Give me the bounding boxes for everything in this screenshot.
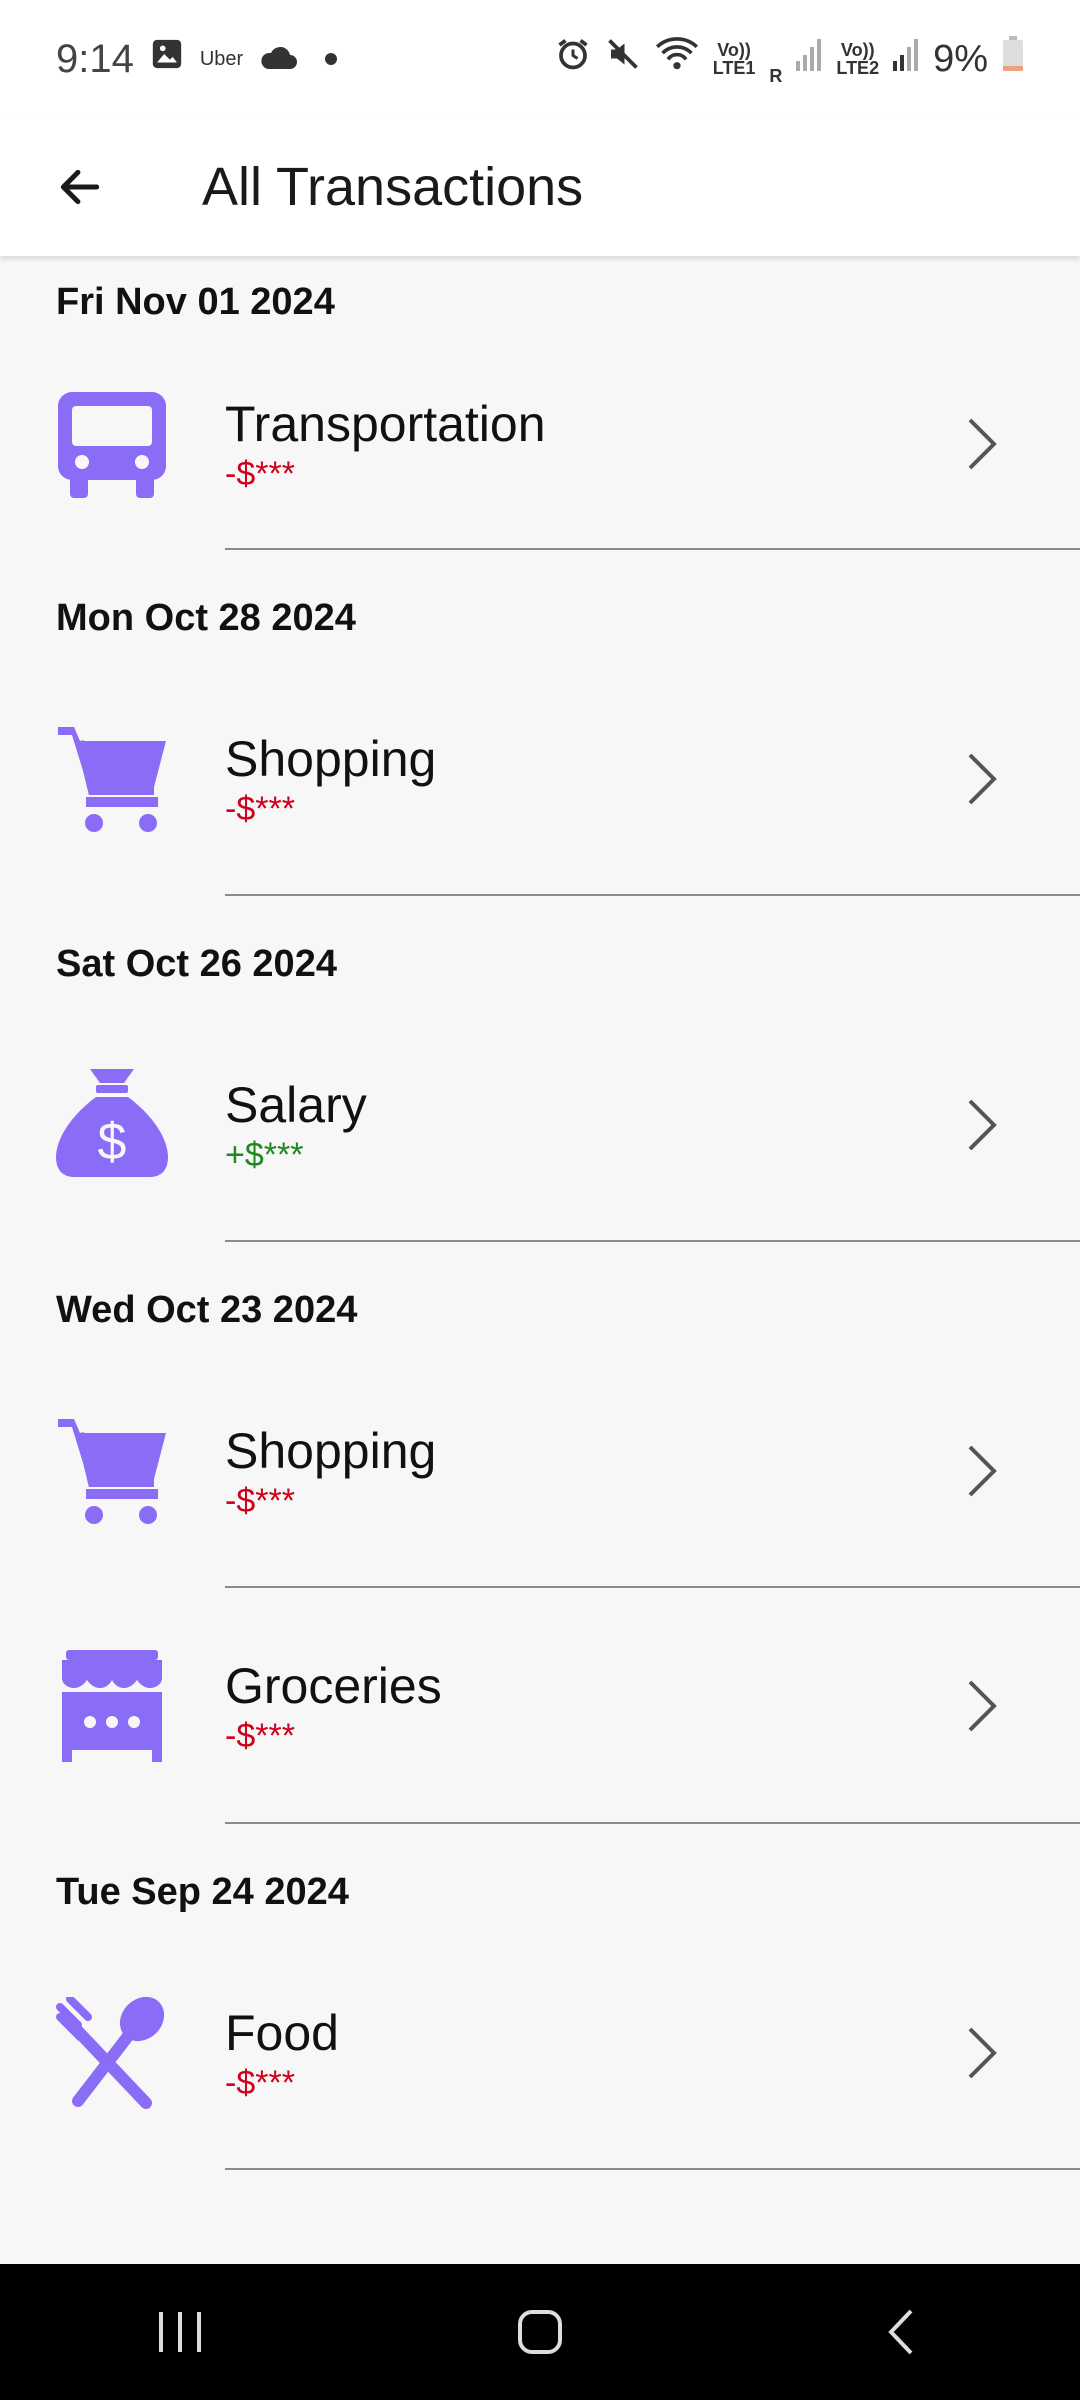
dot-icon: [325, 53, 338, 65]
signal-icon-2: [893, 37, 919, 81]
chevron-right-icon: [968, 753, 997, 805]
lte2-indicator: Vo)) LTE2: [836, 40, 880, 78]
svg-text:$: $: [98, 1113, 127, 1171]
transaction-amount: -$***: [225, 1717, 295, 1755]
transaction-category: Transportation: [225, 396, 546, 452]
app-bar: All Transactions: [0, 118, 1080, 256]
chevron-right-icon: [968, 1445, 997, 1497]
roaming-indicator: R: [769, 66, 783, 86]
transaction-amount: -$***: [225, 1482, 295, 1520]
cart-icon: [56, 723, 168, 835]
home-button[interactable]: [480, 2282, 600, 2382]
lte1-indicator: Vo)) LTE1: [712, 40, 756, 78]
transaction-row[interactable]: Shopping -$***: [0, 1354, 1080, 1588]
chevron-left-icon: [888, 2309, 913, 2355]
transaction-amount: -$***: [225, 790, 295, 828]
page-title: All Transactions: [202, 157, 584, 217]
uber-notification: Uber: [199, 47, 244, 70]
battery-icon: [1002, 36, 1024, 82]
system-nav-bar: [0, 2264, 1080, 2400]
date-header: Sat Oct 26 2024: [56, 943, 337, 985]
status-bar: 9:14 Uber Vo)) LTE1 R Vo)) LTE2 9%: [0, 0, 1080, 118]
transaction-category: Food: [225, 2005, 339, 2061]
battery-percent: 9%: [933, 37, 988, 80]
transaction-category: Shopping: [225, 1423, 437, 1479]
recent-apps-icon: [159, 2312, 201, 2352]
signal-icon-1: [796, 37, 822, 81]
mute-icon: [605, 36, 641, 82]
chevron-right-icon: [968, 2027, 997, 2079]
transaction-category: Shopping: [225, 731, 437, 787]
transaction-category: Groceries: [225, 1658, 442, 1714]
back-button[interactable]: [30, 137, 130, 237]
date-header: Mon Oct 28 2024: [56, 597, 356, 639]
transaction-row[interactable]: Transportation -$***: [0, 338, 1080, 550]
utensils-icon: [56, 1997, 168, 2109]
date-header: Fri Nov 01 2024: [56, 281, 335, 323]
home-icon: [518, 2310, 562, 2354]
cart-icon: [56, 1415, 168, 1527]
status-time: 9:14: [56, 36, 134, 81]
transaction-row[interactable]: $ Salary +$***: [0, 1008, 1080, 1242]
bus-icon: [56, 388, 168, 500]
chevron-right-icon: [968, 1680, 997, 1732]
transaction-row[interactable]: Food -$***: [0, 1936, 1080, 2170]
transaction-row[interactable]: Groceries -$***: [0, 1588, 1080, 1824]
system-back-button[interactable]: [840, 2282, 960, 2382]
recent-apps-button[interactable]: [120, 2282, 240, 2382]
money-bag-icon: $: [56, 1069, 168, 1181]
transaction-list[interactable]: Fri Nov 01 2024 Transportation -$*** Mon…: [0, 256, 1080, 2264]
arrow-left-icon: [60, 169, 100, 205]
date-header: Tue Sep 24 2024: [56, 1871, 349, 1913]
transaction-amount: +$***: [225, 1136, 304, 1174]
store-icon: [56, 1650, 168, 1762]
transaction-category: Salary: [225, 1077, 367, 1133]
wifi-icon: [655, 36, 699, 82]
chevron-right-icon: [968, 1099, 997, 1151]
chevron-right-icon: [968, 418, 997, 470]
gallery-icon: [150, 37, 184, 81]
date-header: Wed Oct 23 2024: [56, 1289, 358, 1331]
transaction-amount: -$***: [225, 2064, 295, 2102]
transaction-row[interactable]: Shopping -$***: [0, 662, 1080, 896]
cloud-icon: [259, 38, 298, 81]
alarm-icon: [555, 36, 591, 82]
transaction-amount: -$***: [225, 455, 295, 493]
